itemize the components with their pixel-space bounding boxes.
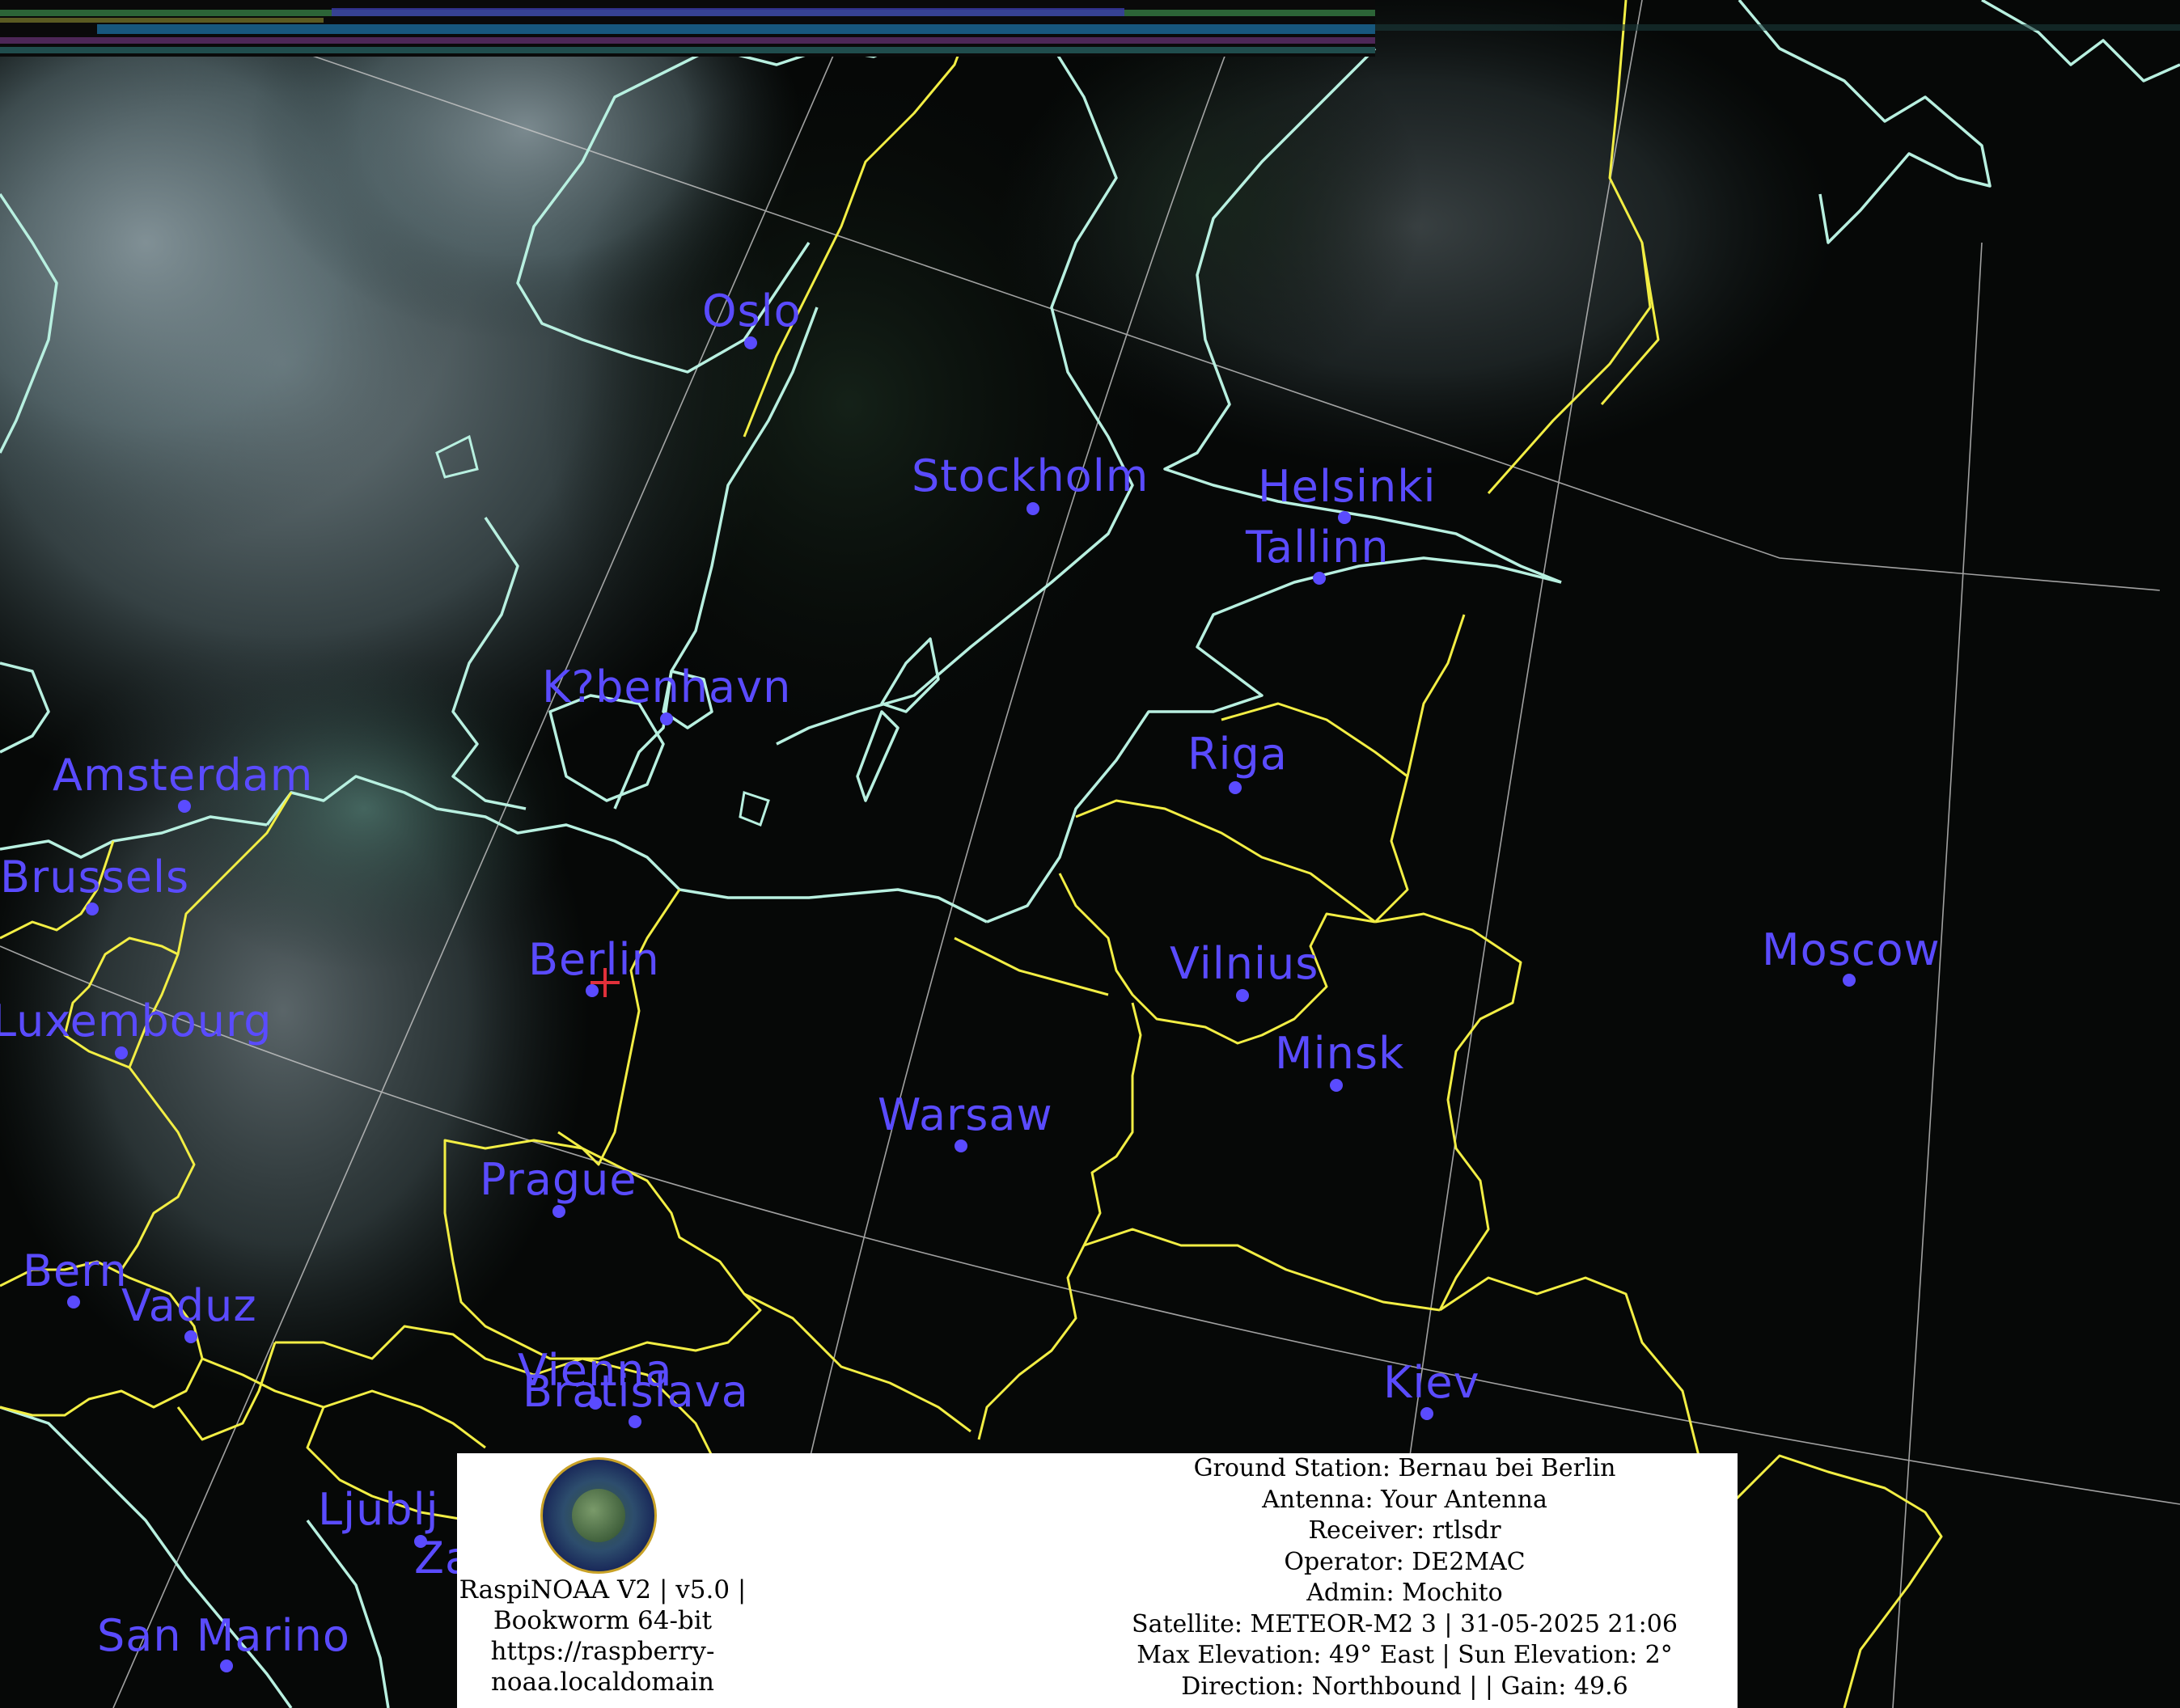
city-dot-riga — [1229, 781, 1242, 794]
city-label-stockholm: Stockholm — [912, 450, 1149, 501]
direction-gain: Direction: Northbound | | Gain: 49.6 — [1181, 1672, 1628, 1701]
city-label-warsaw: Warsaw — [878, 1089, 1053, 1140]
info-panel: RaspiNOAA V2 | v5.0 | Bookworm 64-bit ht… — [457, 1453, 1738, 1708]
operator: Operator: DE2MAC — [1284, 1547, 1526, 1576]
elevation-info: Max Elevation: 49° East | Sun Elevation:… — [1137, 1641, 1673, 1669]
city-dot-amsterdam — [178, 800, 191, 813]
city-dot-vaduz — [184, 1330, 197, 1343]
city-label-vilnius: Vilnius — [1170, 938, 1319, 989]
city-dot-kobenhavn — [660, 712, 673, 725]
city-dot-bern — [67, 1296, 80, 1308]
city-dot-prague — [552, 1205, 565, 1218]
city-label-moscow: Moscow — [1762, 924, 1941, 975]
city-label-san-marino: San Marino — [97, 1610, 350, 1661]
brand-block: RaspiNOAA V2 | v5.0 | Bookworm 64-bit ht… — [457, 1575, 748, 1697]
city-label-berlin: Berlin — [528, 934, 660, 985]
city-dot-moscow — [1843, 974, 1856, 987]
brand-os: Bookworm 64-bit — [493, 1606, 713, 1635]
brand-version: RaspiNOAA V2 | v5.0 | — [459, 1575, 747, 1604]
city-label-ljubljana: Ljublj — [318, 1484, 439, 1535]
admin: Admin: Mochito — [1306, 1579, 1503, 1607]
city-label-prague: Prague — [480, 1154, 637, 1205]
city-label-bratislava: Bratislava — [523, 1366, 749, 1417]
city-label-kiev: Kiev — [1383, 1357, 1480, 1408]
brand-url-part2: noaa.localdomain — [490, 1668, 715, 1697]
city-dot-berlin — [586, 984, 599, 997]
ground-station: Ground Station: Bernau bei Berlin — [1193, 1454, 1616, 1482]
city-label-tallinn: Tallinn — [1246, 522, 1390, 573]
city-dot-brussels — [86, 903, 99, 915]
city-label-kobenhavn: K?benhavn — [542, 662, 792, 712]
city-dot-stockholm — [1027, 502, 1039, 515]
city-label-riga: Riga — [1187, 729, 1288, 780]
receiver: Receiver: rtlsdr — [1308, 1516, 1501, 1545]
city-label-brussels: Brussels — [0, 852, 190, 903]
brand-url-part1: https://raspberry- — [490, 1637, 715, 1666]
raspinoaa-logo — [540, 1457, 657, 1574]
city-dot-san-marino — [220, 1659, 233, 1672]
city-dot-kiev — [1420, 1407, 1433, 1420]
city-label-vaduz: Vaduz — [121, 1280, 257, 1331]
city-label-luxembourg: Luxembourg — [0, 996, 273, 1046]
globe-icon — [572, 1489, 625, 1542]
city-label-minsk: Minsk — [1275, 1028, 1405, 1079]
city-dot-vilnius — [1236, 989, 1249, 1002]
city-dot-tallinn — [1313, 572, 1326, 585]
city-label-helsinki: Helsinki — [1258, 461, 1437, 512]
city-dot-minsk — [1330, 1079, 1343, 1092]
city-dot-bratislava — [629, 1415, 641, 1428]
city-dot-luxembourg — [115, 1046, 128, 1059]
city-label-oslo: Oslo — [702, 285, 802, 336]
satellite-pass: Satellite: METEOR-M2 3 | 31-05-2025 21:0… — [1132, 1609, 1678, 1638]
antenna: Antenna: Your Antenna — [1262, 1485, 1547, 1514]
satellite-map — [0, 0, 2180, 1708]
city-label-bern: Bern — [23, 1245, 128, 1296]
city-dot-oslo — [744, 336, 757, 349]
station-info: Ground Station: Bernau bei Berlin Antenn… — [1072, 1453, 1738, 1702]
city-dot-warsaw — [955, 1139, 967, 1152]
city-label-amsterdam: Amsterdam — [53, 750, 314, 801]
